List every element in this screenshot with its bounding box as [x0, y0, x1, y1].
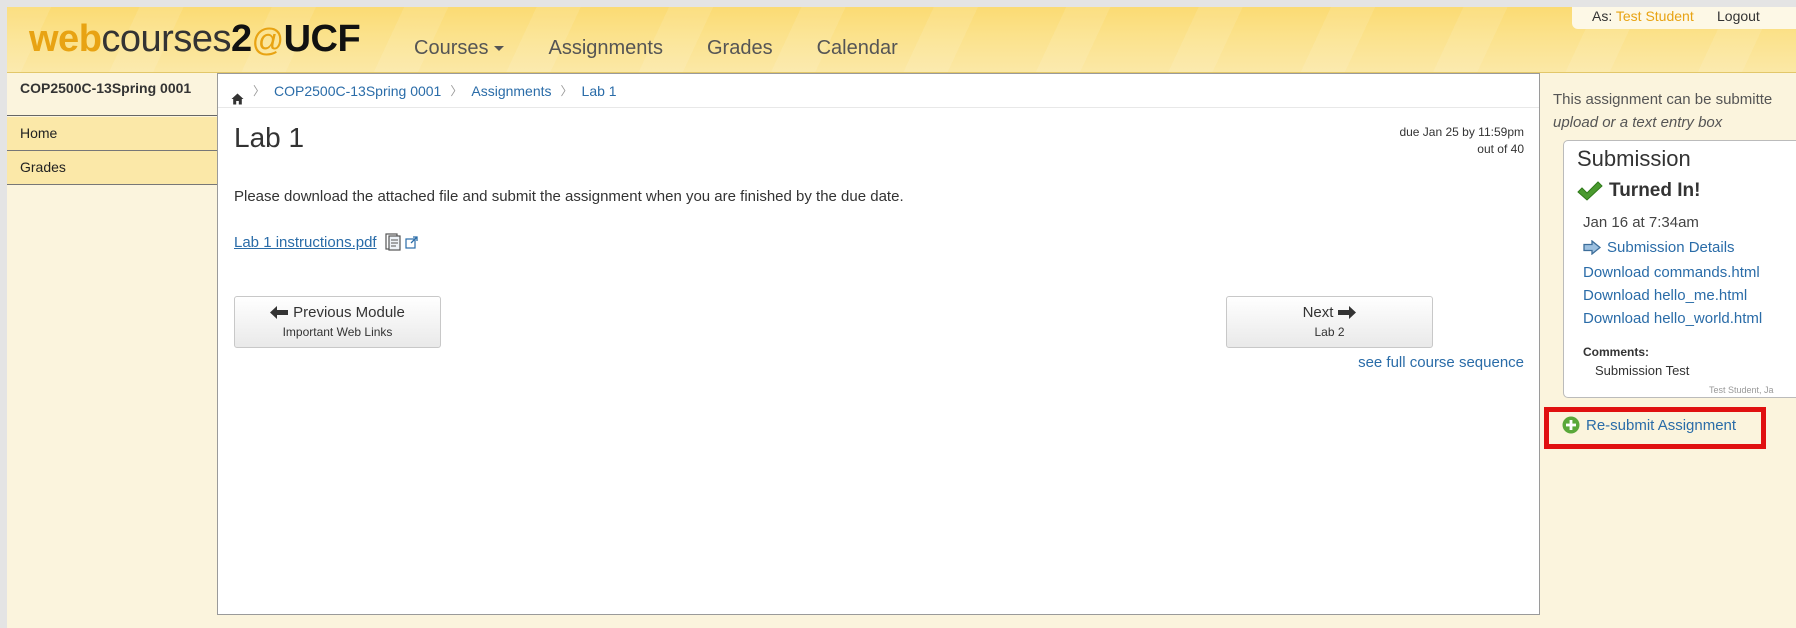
- course-title: COP2500C-13Spring 0001: [7, 73, 217, 116]
- right-sidebar: This assignment can be submitte upload o…: [1541, 73, 1796, 628]
- download-hello-world-link[interactable]: Download hello_world.html: [1583, 310, 1762, 327]
- comment-text: Submission Test: [1595, 363, 1690, 378]
- nav-courses[interactable]: Courses: [414, 37, 505, 60]
- course-sidebar: COP2500C-13Spring 0001 Home Grades: [7, 73, 217, 185]
- header: webcourses2@UCF Courses Assignments Grad…: [7, 7, 1796, 73]
- attachment-line: Lab 1 instructions.pdf: [234, 233, 418, 251]
- webcourses-logo[interactable]: webcourses2@UCF: [29, 17, 361, 61]
- caret-down-icon: [494, 46, 505, 52]
- assignment-title: Lab 1: [234, 122, 305, 153]
- submission-details-row: Submission Details: [1583, 239, 1735, 256]
- due-info: due Jan 25 by 11:59pm out of 40: [1399, 124, 1524, 158]
- next-button[interactable]: Next Lab 2: [1226, 296, 1433, 348]
- download-hello-me-link[interactable]: Download hello_me.html: [1583, 287, 1747, 304]
- submission-date: Jan 16 at 7:34am: [1583, 214, 1699, 231]
- arrow-right-outline-icon: [1583, 240, 1601, 255]
- previous-module-label: Previous Module: [293, 304, 405, 321]
- points-possible: out of 40: [1477, 142, 1524, 156]
- breadcrumb: 〉 COP2500C-13Spring 0001 〉 Assignments 〉…: [218, 74, 1539, 108]
- comments-label: Comments:: [1583, 345, 1650, 359]
- pdf-preview-icon[interactable]: [384, 233, 401, 251]
- next-module-name: Lab 2: [1314, 325, 1345, 339]
- main-content: 〉 COP2500C-13Spring 0001 〉 Assignments 〉…: [217, 73, 1540, 615]
- logout-link[interactable]: Logout: [1717, 7, 1760, 25]
- nav-grades[interactable]: Grades: [707, 37, 773, 60]
- submission-header: Submission: [1577, 146, 1691, 171]
- plus-circle-icon: [1562, 416, 1580, 434]
- comment-meta: Test Student, Ja: [1709, 385, 1774, 395]
- breadcrumb-current[interactable]: Lab 1: [582, 75, 617, 107]
- user-label: As: Test Student: [1592, 8, 1694, 24]
- next-label: Next: [1302, 304, 1334, 321]
- submission-panel: Submission Turned In! Jan 16 at 7:34am S…: [1563, 140, 1796, 398]
- breadcrumb-separator-icon: 〉: [450, 83, 463, 98]
- due-date: due Jan 25 by 11:59pm: [1399, 125, 1524, 139]
- sidebar-item-grades[interactable]: Grades: [7, 151, 217, 185]
- user-box: As: Test Student Logout: [1572, 7, 1796, 29]
- sidebar-item-home[interactable]: Home: [7, 117, 217, 151]
- download-commands-link[interactable]: Download commands.html: [1583, 264, 1760, 281]
- resubmit-assignment-button[interactable]: Re-submit Assignment: [1562, 416, 1736, 434]
- external-link-icon[interactable]: [404, 235, 418, 249]
- previous-module-name: Important Web Links: [282, 325, 393, 339]
- assignment-description: Please download the attached file and su…: [234, 188, 904, 205]
- turned-in-status: Turned In!: [1577, 180, 1700, 202]
- home-icon[interactable]: [231, 84, 244, 104]
- nav-calendar[interactable]: Calendar: [817, 37, 898, 60]
- attachment-link[interactable]: Lab 1 instructions.pdf: [234, 234, 377, 251]
- main-nav: Courses Assignments Grades Calendar: [414, 37, 942, 60]
- breadcrumb-assignments[interactable]: Assignments: [471, 75, 551, 107]
- resubmit-assignment-label[interactable]: Re-submit Assignment: [1586, 417, 1736, 434]
- submission-details-link[interactable]: Submission Details: [1607, 239, 1735, 256]
- app-frame: webcourses2@UCF Courses Assignments Grad…: [7, 7, 1796, 628]
- arrow-right-icon: [1338, 306, 1357, 319]
- breadcrumb-course[interactable]: COP2500C-13Spring 0001: [274, 75, 441, 107]
- previous-module-button[interactable]: Previous Module Important Web Links: [234, 296, 441, 348]
- arrow-left-icon: [270, 306, 289, 319]
- breadcrumb-separator-icon: 〉: [560, 83, 573, 98]
- user-name-link[interactable]: Test Student: [1616, 8, 1694, 24]
- full-course-sequence-link[interactable]: see full course sequence: [1358, 354, 1524, 371]
- breadcrumb-separator-icon: 〉: [253, 83, 266, 98]
- checkmark-icon: [1577, 181, 1603, 201]
- nav-assignments[interactable]: Assignments: [548, 37, 663, 60]
- submission-type-note: This assignment can be submitte upload o…: [1553, 91, 1773, 131]
